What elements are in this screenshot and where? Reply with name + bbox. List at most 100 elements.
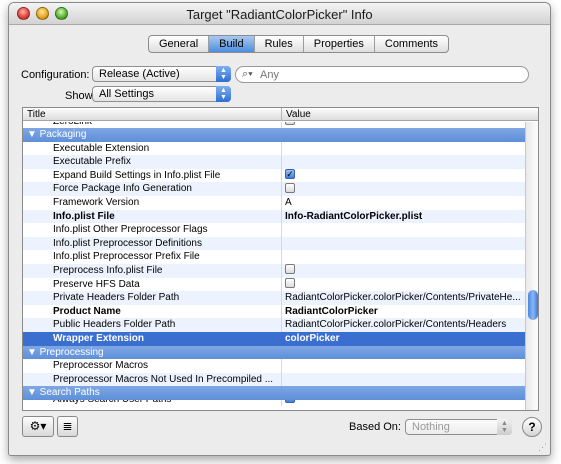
setting-title: Preprocessor Macros — [53, 360, 149, 372]
setting-value[interactable]: ✓ — [285, 399, 521, 406]
table-row[interactable]: Info.plist Other Preprocessor Flags — [23, 223, 525, 237]
resize-grip-icon[interactable]: ⋰ — [538, 443, 548, 453]
table-row[interactable]: Info.plist Preprocessor Prefix File — [23, 250, 525, 264]
show-value: All Settings — [99, 88, 155, 100]
title-bar[interactable]: Target "RadiantColorPicker" Info — [9, 3, 550, 25]
group-title: ▼ Preprocessing — [27, 346, 104, 358]
setting-value[interactable]: colorPicker — [285, 332, 521, 345]
column-divider — [281, 141, 282, 156]
table-row[interactable]: Expand Build Settings in Info.plist File… — [23, 168, 525, 183]
setting-title: Expand Build Settings in Info.plist File — [53, 169, 221, 181]
group-header-row[interactable]: ▼ Packaging — [23, 128, 525, 142]
search-input[interactable] — [260, 68, 520, 81]
setting-value[interactable]: RadiantColorPicker.colorPicker/Contents/… — [285, 318, 521, 331]
table-row[interactable]: Info.plist Preprocessor Definitions — [23, 236, 525, 251]
table-row[interactable]: Wrapper Extension colorPicker — [23, 331, 525, 346]
table-header: Title Value — [23, 108, 538, 121]
table-row[interactable]: Private Headers Folder Path RadiantColorP… — [23, 291, 525, 305]
setting-title: Force Package Info Generation — [53, 183, 192, 195]
column-divider — [281, 399, 282, 406]
setting-value[interactable]: ✓ — [285, 169, 521, 182]
updown-arrows-icon: ▲ ▼ — [497, 419, 512, 435]
column-divider — [281, 304, 282, 319]
table-row[interactable]: Always Search User Paths ✓ — [23, 399, 525, 406]
checkbox-checked[interactable]: ✓ — [285, 399, 295, 404]
table-row[interactable]: Force Package Info Generation — [23, 182, 525, 196]
table-row[interactable]: Product Name RadiantColorPicker — [23, 304, 525, 319]
setting-title: Product Name — [53, 305, 121, 317]
gear-action-button[interactable]: ⚙▾ — [22, 416, 54, 437]
checkbox-unchecked[interactable] — [285, 264, 295, 275]
column-divider — [281, 263, 282, 278]
setting-value[interactable]: A — [285, 196, 521, 209]
based-on-value: Nothing — [412, 421, 450, 433]
checkbox-unchecked[interactable] — [285, 122, 295, 126]
setting-title: Executable Extension — [53, 142, 150, 154]
info-window: Target "RadiantColorPicker" Info General… — [8, 2, 551, 456]
setting-title: Private Headers Folder Path — [53, 292, 180, 304]
build-settings-table: Title Value ZeroLink▼ PackagingExecutabl… — [22, 107, 539, 411]
table-rows: ZeroLink▼ PackagingExecutable ExtensionE… — [23, 122, 525, 406]
table-row[interactable]: Info.plist File Info-RadiantColorPicker.p… — [23, 209, 525, 224]
setting-title: Preprocessor Macros Not Used In Precompi… — [53, 373, 274, 385]
setting-value[interactable] — [285, 264, 521, 277]
based-on-popup[interactable]: Nothing ▲ ▼ — [405, 419, 512, 435]
column-divider — [281, 372, 282, 387]
setting-value[interactable] — [285, 277, 521, 291]
table-row[interactable]: Preprocess Info.plist File — [23, 263, 525, 278]
column-divider — [281, 359, 282, 373]
scroll-thumb[interactable] — [528, 290, 538, 320]
group-title: ▼ Packaging — [27, 129, 87, 140]
table-row[interactable]: Executable Extension — [23, 141, 525, 156]
column-divider[interactable] — [281, 108, 282, 121]
column-divider — [281, 209, 282, 224]
tab-properties[interactable]: Properties — [304, 36, 375, 52]
help-icon: ? — [528, 420, 536, 434]
setting-title: Executable Prefix — [53, 156, 131, 168]
configuration-value: Release (Active) — [99, 68, 180, 80]
checkbox-unchecked[interactable] — [285, 182, 295, 193]
table-row[interactable]: Executable Prefix — [23, 155, 525, 169]
table-row[interactable]: Public Headers Folder Path RadiantColorPi… — [23, 318, 525, 332]
show-popup[interactable]: All Settings ▲ ▼ — [92, 86, 231, 102]
setting-title: Public Headers Folder Path — [53, 319, 176, 331]
tab-bar: General Build Rules Properties Comments — [148, 35, 450, 53]
setting-title: Info.plist Preprocessor Definitions — [53, 237, 202, 249]
setting-value[interactable] — [285, 182, 521, 195]
setting-title: Info.plist File — [53, 210, 115, 222]
tab-general[interactable]: General — [149, 36, 210, 52]
window-title: Target "RadiantColorPicker" Info — [186, 7, 373, 22]
column-header-title[interactable]: Title — [27, 109, 46, 120]
setting-title: Always Search User Paths — [53, 400, 279, 406]
vertical-scrollbar[interactable] — [525, 122, 538, 410]
column-header-value[interactable]: Value — [286, 109, 311, 120]
notes-icon: ≣ — [62, 419, 73, 433]
tab-build[interactable]: Build — [209, 36, 255, 52]
group-header-row[interactable]: ▼ Search Paths — [23, 386, 525, 400]
updown-arrows-icon: ▲ ▼ — [216, 66, 231, 82]
tab-rules[interactable]: Rules — [255, 36, 304, 52]
checkbox-unchecked[interactable] — [285, 277, 295, 288]
table-row[interactable]: Framework Version A — [23, 195, 525, 210]
configuration-popup[interactable]: Release (Active) ▲ ▼ — [92, 66, 231, 82]
setting-value[interactable]: RadiantColorPicker.colorPicker/Contents/… — [285, 291, 521, 304]
setting-title: Framework Version — [53, 196, 140, 208]
tab-comments[interactable]: Comments — [375, 36, 448, 52]
table-row[interactable]: Preprocessor Macros — [23, 359, 525, 373]
notes-button[interactable]: ≣ — [57, 416, 78, 437]
configuration-label: Configuration: — [21, 69, 90, 81]
checkbox-checked[interactable]: ✓ — [285, 169, 295, 180]
group-header-row[interactable]: ▼ Preprocessing — [23, 345, 525, 360]
setting-title: Wrapper Extension — [53, 332, 144, 344]
setting-value[interactable]: RadiantColorPicker — [285, 305, 521, 318]
group-title: ▼ Search Paths — [27, 387, 100, 399]
help-button[interactable]: ? — [522, 417, 542, 437]
table-row[interactable]: Preprocessor Macros Not Used In Precompi… — [23, 372, 525, 387]
setting-value[interactable]: Info-RadiantColorPicker.plist — [285, 210, 521, 223]
column-divider — [281, 155, 282, 169]
search-field[interactable]: ⌕▾ — [235, 66, 529, 83]
updown-arrows-icon: ▲ ▼ — [216, 86, 231, 102]
search-icon[interactable]: ⌕▾ — [242, 68, 253, 81]
table-row[interactable]: Preserve HFS Data — [23, 277, 525, 292]
setting-title: Preserve HFS Data — [53, 278, 140, 290]
